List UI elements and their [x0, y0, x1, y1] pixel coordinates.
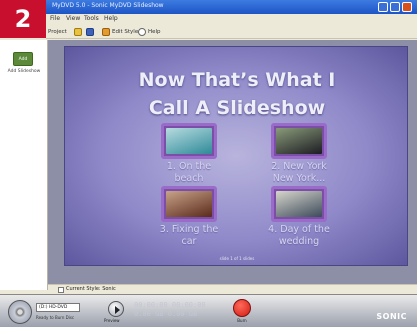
step-number-badge: 2 — [0, 0, 46, 38]
thumbnail-3[interactable] — [161, 186, 217, 222]
menu-tools[interactable]: Tools — [84, 15, 99, 22]
burn-button[interactable] — [233, 299, 251, 317]
new-project-button[interactable]: Project — [48, 27, 67, 36]
thumbnail-caption-2[interactable]: 2. New York New York... — [259, 161, 339, 185]
menu-bar: File View Tools Help — [46, 14, 417, 24]
beach-photo — [166, 128, 212, 154]
palette-icon — [102, 27, 110, 36]
add-slideshow-label: Add Slideshow — [7, 69, 41, 74]
preview-button[interactable] — [108, 301, 124, 317]
burn-label: Burn — [237, 318, 247, 323]
slide-title-line2[interactable]: Call A Slideshow — [65, 97, 409, 119]
new-project-label: Project — [48, 28, 67, 35]
help-icon — [138, 27, 146, 36]
add-button-label: Add — [18, 56, 28, 62]
menu-help[interactable]: Help — [104, 15, 118, 22]
side-panel: Add Add Slideshow — [0, 40, 48, 290]
thumbnail-2[interactable] — [271, 123, 327, 159]
style-checkbox[interactable] — [58, 287, 64, 293]
sonic-logo: SONIC — [376, 312, 407, 321]
new-york-photo — [276, 128, 322, 154]
burn-bar: (D:) HD-DVD Ready to Burn Disc Preview 0… — [0, 294, 417, 327]
caption-4-line2: wedding — [278, 236, 320, 247]
step-number: 2 — [14, 5, 32, 33]
help-label: Help — [148, 28, 161, 35]
drive-status: Ready to Burn Disc — [36, 315, 75, 320]
edit-style-label: Edit Style — [112, 28, 139, 35]
caption-2-line1: 2. New York — [271, 161, 327, 172]
folder-icon — [74, 27, 82, 36]
wedding-photo — [276, 191, 322, 217]
menu-view[interactable]: View — [66, 15, 80, 22]
add-slideshow-button[interactable]: Add — [13, 52, 33, 66]
preview-label: Preview — [104, 318, 120, 323]
drive-select[interactable]: (D:) HD-DVD — [36, 303, 80, 312]
app-window: MyDVD 5.0 - Sonic MyDVD Slideshow File V… — [0, 0, 417, 327]
current-style-text: Current Style: Sonic — [66, 286, 116, 292]
caption-1-line2: beach — [174, 173, 204, 184]
title-bar: MyDVD 5.0 - Sonic MyDVD Slideshow — [0, 0, 417, 14]
caption-1-line1: 1. On the — [166, 161, 212, 172]
menu-file[interactable]: File — [50, 15, 60, 22]
status-bar: Current Style: Sonic — [48, 284, 417, 294]
thumbnail-1[interactable] — [161, 123, 217, 159]
size-readout: 0.00 GB 0.00 GB — [134, 310, 198, 318]
thumbnail-caption-3[interactable]: 3. Fixing the car — [149, 224, 229, 248]
thumbnail-caption-4[interactable]: 4. Day of the wedding — [259, 224, 339, 248]
window-title: MyDVD 5.0 - Sonic MyDVD Slideshow — [52, 2, 164, 9]
caption-2-line2: New York... — [272, 173, 326, 184]
save-button[interactable] — [86, 27, 94, 36]
toolbar: Project Edit Style Help — [46, 24, 417, 39]
caption-3-line2: car — [181, 236, 197, 247]
disk-icon — [86, 27, 94, 36]
caption-4-line1: 4. Day of the — [268, 224, 330, 235]
help-button[interactable]: Help — [138, 27, 161, 36]
menu-preview-area: Now That’s What I Call A Slideshow 1. On… — [48, 40, 417, 290]
disc-icon — [8, 300, 32, 324]
maximize-button[interactable] — [390, 2, 400, 12]
dvd-menu-slide: Now That’s What I Call A Slideshow 1. On… — [64, 46, 408, 266]
caption-3-line1: 3. Fixing the — [159, 224, 219, 235]
time-readout: 00:00:00 00:00:00 — [134, 301, 206, 309]
slide-title-line1[interactable]: Now That’s What I — [65, 69, 409, 91]
thumbnail-4[interactable] — [271, 186, 327, 222]
edit-style-button[interactable]: Edit Style — [102, 27, 138, 36]
slide-footer: slide 1 of 1 slides — [219, 256, 255, 261]
minimize-button[interactable] — [378, 2, 388, 12]
open-button[interactable] — [74, 27, 82, 36]
thumbnail-caption-1[interactable]: 1. On the beach — [149, 161, 229, 185]
close-button[interactable] — [402, 2, 412, 12]
car-photo — [166, 191, 212, 217]
